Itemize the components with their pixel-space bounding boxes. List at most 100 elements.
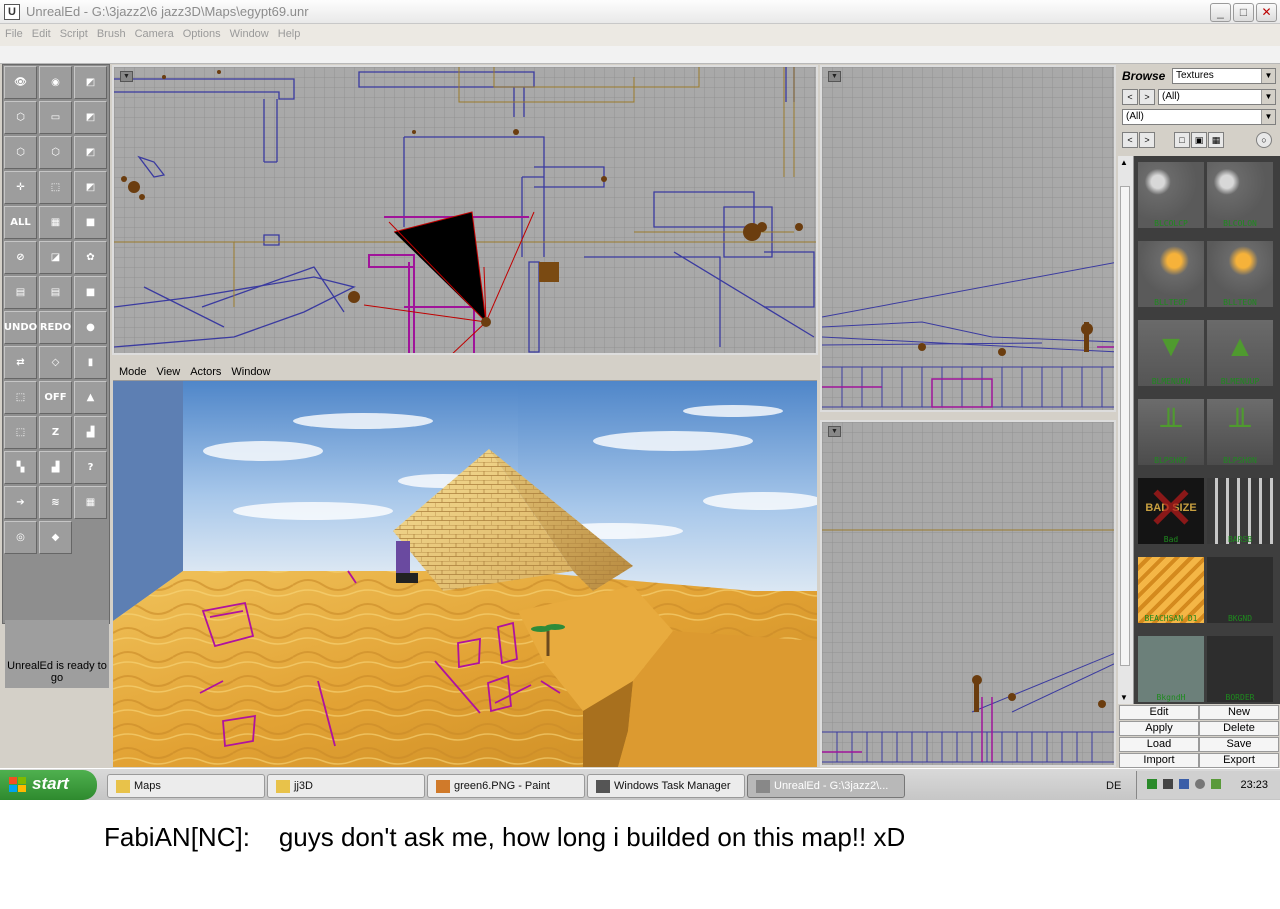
zone-icon[interactable]: ◪ [39, 241, 72, 274]
texture-thumb[interactable]: BARSB [1207, 478, 1273, 544]
menu-file[interactable]: File [0, 24, 27, 40]
group-icon[interactable]: ▤ [4, 276, 37, 309]
viewport-top[interactable]: ▼ [112, 65, 818, 355]
language-indicator[interactable]: DE [1106, 780, 1121, 792]
menu-help[interactable]: Help [273, 24, 305, 40]
texture-thumb[interactable]: ▼ BLMENUDN [1138, 320, 1204, 386]
select-brush-icon[interactable]: ⬚ [39, 171, 72, 204]
menu-script[interactable]: Script [55, 24, 92, 40]
monitor-icon[interactable] [1179, 779, 1189, 789]
scale-brush-icon[interactable]: ⬡ [39, 136, 72, 169]
pivot-icon[interactable]: ✛ [4, 171, 37, 204]
viewport-menu-actors[interactable]: Actors [184, 364, 225, 378]
prev-texture-button[interactable]: < [1122, 132, 1138, 148]
z-axis-icon[interactable]: Z [39, 416, 72, 449]
maximize-button[interactable]: □ [1233, 3, 1254, 22]
texture-thumb[interactable]: ╨ BLPSHOF [1138, 399, 1204, 465]
texture-pan-icon[interactable]: ◩ [74, 101, 107, 134]
volume-icon[interactable] [1195, 779, 1205, 789]
redo-icon[interactable]: REDO [39, 311, 72, 344]
texture-thumb[interactable]: BKGND [1207, 557, 1273, 623]
box-select-icon[interactable]: ⬚ [4, 416, 37, 449]
delete-button[interactable]: Delete [1199, 721, 1279, 736]
spiral-stairs-icon[interactable]: ▟ [39, 451, 72, 484]
viewport-menu-window[interactable]: Window [225, 364, 274, 378]
eraser-icon[interactable]: ▭ [39, 101, 72, 134]
undo-icon[interactable]: UNDO [4, 311, 37, 344]
cylinder-primitive-icon[interactable]: ▮ [74, 346, 107, 379]
window-title-bar[interactable]: U UnrealEd - G:\3jazz2\6 jazz3D\Maps\egy… [0, 0, 1280, 24]
texture-thumb[interactable]: BORDER [1207, 636, 1273, 702]
apply-button[interactable]: Apply [1119, 721, 1199, 736]
task-maps[interactable]: Maps [107, 774, 265, 798]
terrain-icon[interactable]: ✿ [74, 241, 107, 274]
texture-thumb[interactable]: ▲ BLMENUUP [1207, 320, 1273, 386]
task-unrealed[interactable]: UnrealEd - G:\3jazz2\... [747, 774, 905, 798]
lasso-icon[interactable]: ? [74, 451, 107, 484]
viewport-menu-view[interactable]: View [151, 364, 185, 378]
staircase-icon[interactable]: ▚ [4, 451, 37, 484]
intersect-icon[interactable]: ◩ [74, 171, 107, 204]
next-texture-button[interactable]: > [1139, 132, 1155, 148]
texture-thumb[interactable]: ╨ BLPSHON [1207, 399, 1273, 465]
cube-primitive-icon[interactable]: ■ [74, 276, 107, 309]
stairs-primitive-icon[interactable]: ▟ [74, 416, 107, 449]
menu-edit[interactable]: Edit [27, 24, 55, 40]
texture-thumb[interactable]: BLLTEOF [1138, 241, 1204, 307]
select-all-icon[interactable]: ALL [4, 206, 37, 239]
texture-thumb[interactable]: BkgndH [1138, 636, 1204, 702]
flat-primitive-icon[interactable]: ◆ [39, 521, 72, 554]
camera-zoom-icon[interactable]: ◉ [39, 66, 72, 99]
snap-off-icon[interactable]: OFF [39, 381, 72, 414]
vertex-edit-icon[interactable]: ⬡ [4, 101, 37, 134]
texture-apply-icon[interactable]: ▦ [39, 206, 72, 239]
radar-icon[interactable]: ◎ [4, 521, 37, 554]
grid-icon[interactable]: ▦ [74, 486, 107, 519]
snap-grid-icon[interactable]: ⬚ [4, 381, 37, 414]
taskmanager-tray-icon[interactable] [1163, 779, 1173, 789]
texture-thumb[interactable]: BEACHSAN D1 [1138, 557, 1204, 623]
new-button[interactable]: New [1199, 705, 1279, 720]
viewport-menu-icon[interactable]: ▼ [828, 426, 841, 437]
task-taskmanager[interactable]: Windows Task Manager [587, 774, 745, 798]
prev-package-button[interactable]: < [1122, 89, 1138, 105]
cone-primitive-icon[interactable]: ▲ [74, 381, 107, 414]
sphere-primitive-icon[interactable]: ● [74, 311, 107, 344]
camera-move-icon[interactable]: 👁 [4, 66, 37, 99]
texture-thumb[interactable]: BLCOLCP [1138, 162, 1204, 228]
deselect-icon[interactable]: ⊘ [4, 241, 37, 274]
task-jj3d[interactable]: jj3D [267, 774, 425, 798]
view-small-icon[interactable]: □ [1174, 132, 1190, 148]
save-button[interactable]: Save [1199, 737, 1279, 752]
security-icon[interactable] [1211, 779, 1221, 789]
texture-thumb[interactable]: BAD SIZE ✕ Bad [1138, 478, 1204, 544]
export-button[interactable]: Export [1199, 753, 1279, 768]
arrow-right-icon[interactable]: ➔ [4, 486, 37, 519]
view-medium-icon[interactable]: ▣ [1191, 132, 1207, 148]
texture-thumb[interactable]: BLCOLON [1207, 162, 1273, 228]
curved-stairs-icon[interactable]: ≋ [39, 486, 72, 519]
ungroup-icon[interactable]: ▤ [39, 276, 72, 309]
start-button[interactable]: start [0, 770, 97, 800]
brush-clip-icon[interactable]: ◩ [74, 66, 107, 99]
rotate-brush-icon[interactable]: ⬡ [4, 136, 37, 169]
view-realtime-icon[interactable]: ○ [1256, 132, 1272, 148]
viewport-front[interactable]: ▼ [820, 420, 1116, 767]
unrealed-app-icon[interactable]: U [4, 4, 20, 20]
group-select[interactable]: (All) ▼ [1122, 109, 1276, 125]
package-select[interactable]: (All) ▼ [1158, 89, 1276, 105]
browser-type-select[interactable]: Textures ▼ [1172, 68, 1276, 84]
import-button[interactable]: Import [1119, 753, 1199, 768]
close-button[interactable]: ✕ [1256, 3, 1277, 22]
green-square-icon[interactable]: ■ [74, 206, 107, 239]
menu-options[interactable]: Options [178, 24, 225, 40]
network-icon[interactable] [1147, 779, 1157, 789]
menu-camera[interactable]: Camera [130, 24, 178, 40]
viewport-menu-icon[interactable]: ▼ [120, 71, 133, 82]
viewport-perspective[interactable] [113, 381, 817, 767]
mirror-icon[interactable]: ⇄ [4, 346, 37, 379]
sheet-primitive-icon[interactable]: ◇ [39, 346, 72, 379]
next-package-button[interactable]: > [1139, 89, 1155, 105]
menu-brush[interactable]: Brush [92, 24, 130, 40]
edit-button[interactable]: Edit [1119, 705, 1199, 720]
